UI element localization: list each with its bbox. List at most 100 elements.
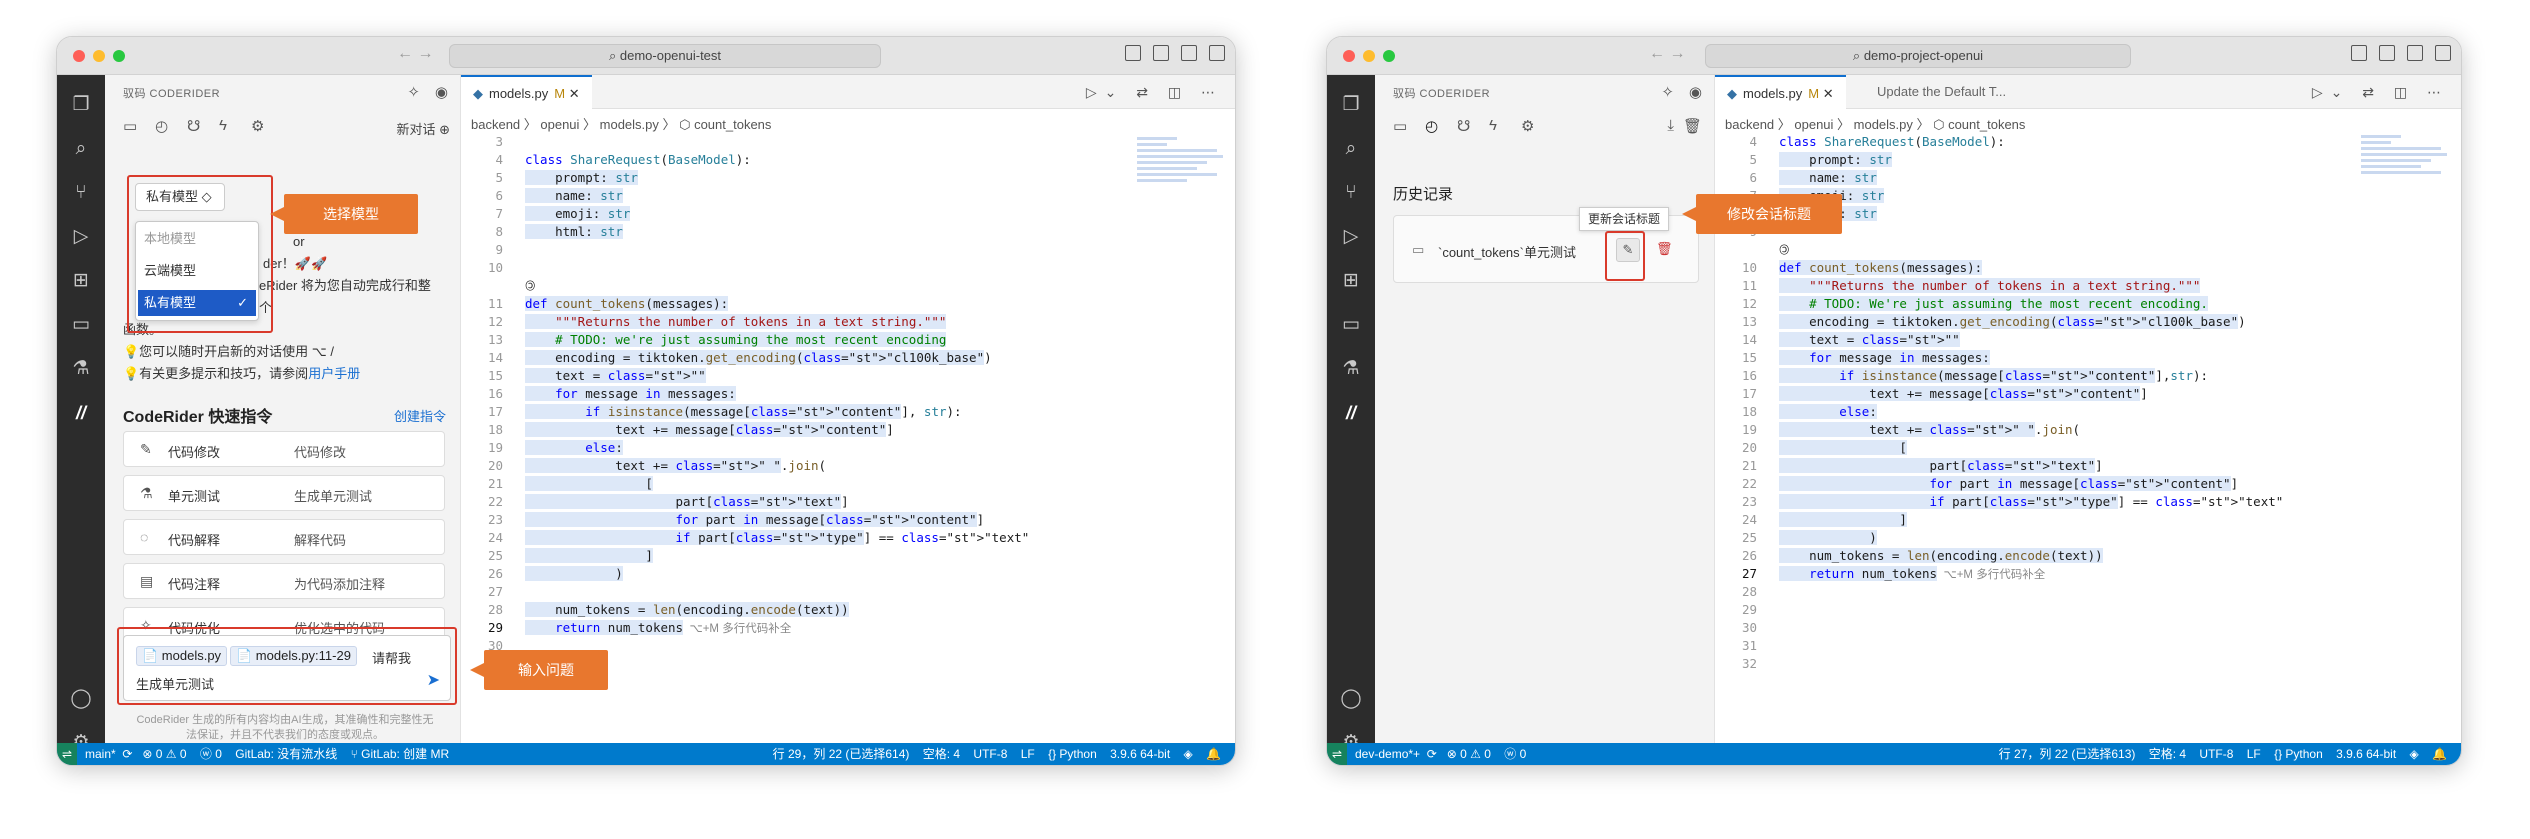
code-line[interactable]: 🄯	[525, 277, 535, 295]
testing-icon[interactable]: ⚗	[69, 357, 93, 381]
lightning-icon[interactable]: ϟ	[219, 117, 227, 134]
close-window-button[interactable]	[1343, 50, 1355, 62]
explorer-icon[interactable]: ❐	[69, 93, 93, 117]
user-icon[interactable]: ◉	[435, 83, 448, 101]
code-line[interactable]: [	[1779, 439, 1907, 457]
code-line[interactable]: [	[525, 475, 653, 493]
status-right[interactable]: 行 27，列 22 (已选择613) 空格: 4 UTF-8 LF {} Pyt…	[1999, 743, 2447, 765]
code-line[interactable]: text += class="st">" ".join(	[1779, 421, 2080, 439]
chat-icon[interactable]: ▭	[1393, 117, 1407, 135]
gear-icon[interactable]: ⚙	[1521, 117, 1534, 135]
code-line[interactable]: )	[1779, 529, 1877, 547]
back-forward-icon[interactable]: ← →	[397, 45, 433, 63]
code-line[interactable]: text += message[class="st">"content"]	[525, 421, 894, 439]
run-debug-icon[interactable]: ▷	[69, 225, 93, 249]
new-chat-button[interactable]: 新对话 ⊕	[396, 119, 450, 138]
close-tab-icon[interactable]: ✕	[1823, 86, 1834, 101]
editor-toolbar[interactable]: ▷⌄ ⇄ ◫ ⋯	[1086, 84, 1223, 101]
download-icon[interactable]: ⤓	[1667, 117, 1674, 134]
back-forward-icon[interactable]: ← →	[1649, 45, 1685, 63]
command-center[interactable]: ⌕ demo-openui-test	[449, 44, 881, 68]
layout-icons[interactable]	[2351, 45, 2451, 61]
code-line[interactable]: for part in message[class="st">"content"…	[1779, 475, 2238, 493]
code-line[interactable]: ]	[1779, 511, 1907, 529]
code-line[interactable]: for part in message[class="st">"content"…	[525, 511, 984, 529]
history-icon[interactable]: ◴	[155, 117, 168, 135]
code-line[interactable]: # TODO: we're just assuming the most rec…	[525, 331, 947, 349]
code-line[interactable]: 🄯	[1779, 241, 1789, 259]
breadcrumb[interactable]: backend 〉 openui 〉 models.py 〉 ⬡ count_t…	[471, 114, 771, 133]
trash-icon[interactable]: 🗑	[1683, 117, 1702, 135]
code-line[interactable]: for message in messages:	[525, 385, 736, 403]
close-tab-icon[interactable]: ✕	[569, 86, 580, 101]
code-line[interactable]: if isinstance(message[class="st">"conten…	[525, 403, 962, 421]
code-line[interactable]: part[class="st">"text"]	[1779, 457, 2103, 475]
code-line[interactable]: name: str	[1779, 169, 1877, 187]
sparkle-icon[interactable]: ✧	[1661, 83, 1674, 101]
quick-code-edit-button[interactable]: ✎ 代码修改 代码修改	[123, 431, 445, 467]
code-line[interactable]: text = class="st">""	[1779, 331, 1960, 349]
code-line[interactable]: # TODO: We're just assuming the most rec…	[1779, 295, 2208, 313]
extensions-icon[interactable]: ⊞	[1339, 269, 1363, 293]
code-line[interactable]: else:	[525, 439, 623, 457]
account-icon[interactable]: ◯	[1339, 687, 1363, 711]
code-line[interactable]: prompt: str	[1779, 151, 1892, 169]
quick-explain-button[interactable]: ◌ 代码解释 解释代码	[123, 519, 445, 555]
remote-icon[interactable]: ⇌	[57, 743, 77, 765]
code-line[interactable]: part[class="st">"text"]	[525, 493, 849, 511]
delete-icon[interactable]: 🗑	[1656, 241, 1673, 257]
minimap[interactable]	[1137, 133, 1223, 193]
coderider-icon[interactable]: //	[1339, 401, 1363, 425]
coderider-icon[interactable]: //	[69, 401, 93, 425]
create-command-link[interactable]: 创建指令	[394, 406, 446, 425]
command-center[interactable]: ⌕ demo-project-openui	[1705, 44, 2131, 68]
code-line[interactable]: encoding = tiktoken.get_encoding(class="…	[525, 349, 992, 367]
code-line[interactable]: """Returns the number of tokens in a tex…	[1779, 277, 2201, 295]
minimap[interactable]	[2361, 133, 2447, 193]
code-line[interactable]: num_tokens = len(encoding.encode(text))	[1779, 547, 2103, 565]
code-line[interactable]: )	[525, 565, 623, 583]
tab-models-py[interactable]: ◆ models.py M ✕	[461, 75, 592, 109]
search-icon[interactable]: ⌕	[69, 137, 93, 161]
code-line[interactable]: text = class="st">""	[525, 367, 706, 385]
code-line[interactable]: return num_tokens ⌥+M 多行代码补全	[525, 619, 791, 637]
code-line[interactable]: return num_tokens ⌥+M 多行代码补全	[1779, 565, 2045, 583]
source-control-icon[interactable]: ⑂	[69, 181, 93, 205]
run-debug-icon[interactable]: ▷	[1339, 225, 1363, 249]
code-line[interactable]: emoji: str	[525, 205, 631, 223]
account-icon[interactable]: ◯	[69, 687, 93, 711]
code-line[interactable]: def count_tokens(messages):	[525, 295, 729, 313]
status-right[interactable]: 行 29，列 22 (已选择614) 空格: 4 UTF-8 LF {} Pyt…	[773, 743, 1221, 765]
editor-toolbar[interactable]: ▷⌄ ⇄ ◫ ⋯	[2312, 84, 2449, 101]
extensions-icon[interactable]: ⊞	[69, 269, 93, 293]
history-icon[interactable]: ◴	[1425, 117, 1438, 135]
code-line[interactable]: def count_tokens(messages):	[1779, 259, 1983, 277]
chat-icon[interactable]: ▭	[123, 117, 137, 135]
remote-icon[interactable]: ⇌	[1327, 743, 1347, 765]
close-window-button[interactable]	[73, 50, 85, 62]
user-manual-link[interactable]: 用户手册	[308, 366, 360, 381]
search-icon[interactable]: ⌕	[1339, 137, 1363, 161]
explorer-icon[interactable]: ❐	[1339, 93, 1363, 117]
maximize-window-button[interactable]	[1383, 50, 1395, 62]
lightning-icon[interactable]: ϟ	[1489, 117, 1497, 134]
minimize-window-button[interactable]	[93, 50, 105, 62]
layout-icons[interactable]	[1125, 45, 1225, 61]
code-line[interactable]: num_tokens = len(encoding.encode(text))	[525, 601, 849, 619]
status-left[interactable]: dev-demo*+ ⟳ ⊗ 0 ⚠ 0 ⓦ 0	[1355, 743, 1526, 765]
minimize-window-button[interactable]	[1363, 50, 1375, 62]
user-icon[interactable]: ◉	[1689, 83, 1702, 101]
maximize-window-button[interactable]	[113, 50, 125, 62]
tab-update-default[interactable]: Update the Default T...	[1865, 75, 2018, 109]
plugin-icon[interactable]: ☋	[1457, 117, 1470, 135]
code-line[interactable]: class ShareRequest(BaseModel):	[1779, 133, 2005, 151]
code-line[interactable]: if part[class="st">"type"] == class="st"…	[525, 529, 1029, 547]
code-line[interactable]: """Returns the number of tokens in a tex…	[525, 313, 947, 331]
code-line[interactable]: else:	[1779, 403, 1877, 421]
testing-icon[interactable]: ⚗	[1339, 357, 1363, 381]
code-line[interactable]: name: str	[525, 187, 623, 205]
quick-unit-test-button[interactable]: ⚗ 单元测试 生成单元测试	[123, 475, 445, 511]
code-line[interactable]: if isinstance(message[class="st">"conten…	[1779, 367, 2208, 385]
code-line[interactable]: html: str	[525, 223, 623, 241]
remote-explorer-icon[interactable]: ▭	[1339, 313, 1363, 337]
